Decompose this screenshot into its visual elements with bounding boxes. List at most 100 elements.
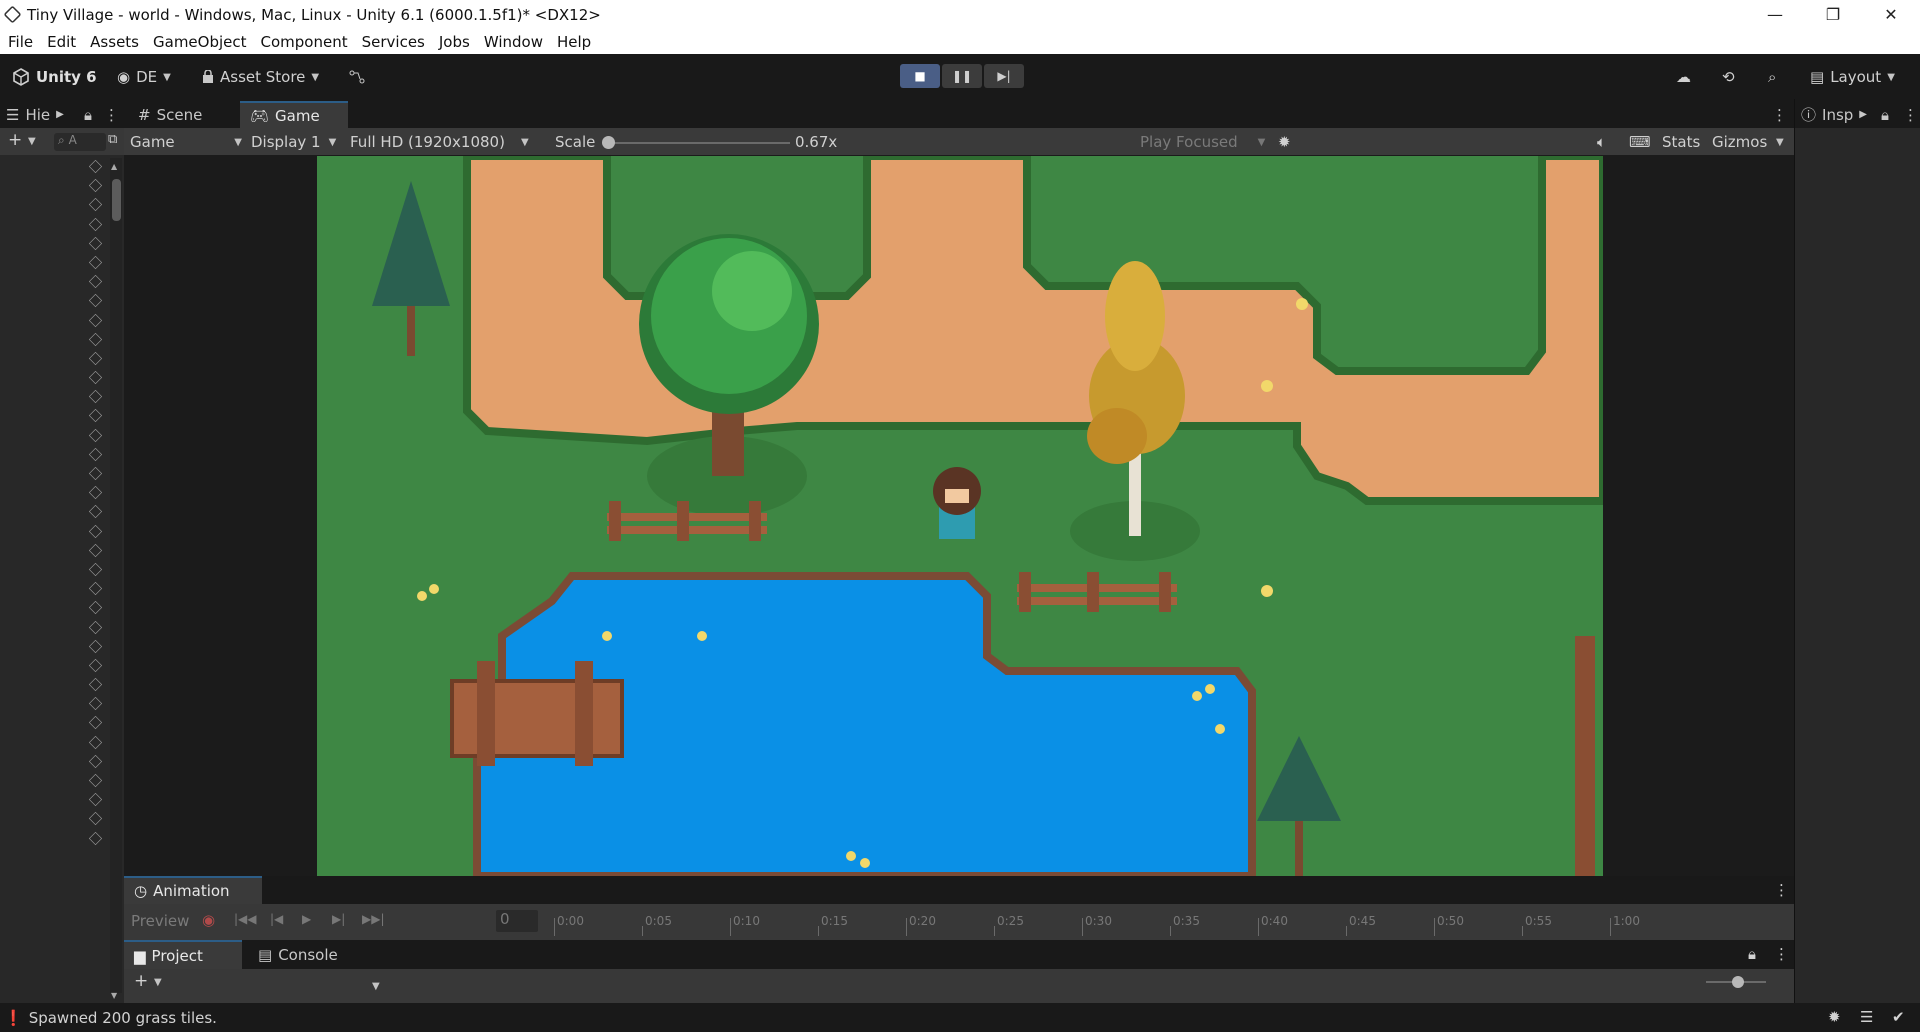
menu-services[interactable]: Services [362, 33, 425, 51]
gameobject-icon[interactable] [88, 370, 103, 385]
step-button[interactable]: ▶| [984, 64, 1024, 88]
game-render-canvas[interactable] [317, 156, 1603, 876]
check-icon[interactable]: ✔ [1892, 1008, 1905, 1026]
gameobject-icon[interactable] [88, 601, 103, 615]
tab-inspector[interactable]: ⓘ Insp ▶ [1795, 101, 1873, 128]
gameobject-icon[interactable] [88, 294, 103, 308]
gameobject-icon[interactable] [88, 332, 103, 346]
gameobject-icon[interactable] [88, 159, 103, 174]
game-more-button[interactable]: ⋮ [1768, 101, 1791, 128]
gameobject-icon[interactable] [88, 447, 103, 461]
gameobject-icon[interactable] [88, 620, 103, 634]
more-vertical-icon[interactable]: ⋮ [1774, 945, 1789, 963]
chevron-down-icon[interactable]: ▼ [372, 981, 380, 992]
gameobject-icon[interactable] [88, 562, 103, 577]
cloud-button[interactable]: ☁ [1676, 65, 1691, 89]
chevron-down-icon[interactable]: ▼ [154, 977, 162, 988]
gameobject-icon[interactable] [88, 697, 103, 711]
gameobject-icon[interactable] [88, 179, 103, 193]
gameobject-icon[interactable] [88, 639, 103, 653]
last-keyframe-button[interactable]: ▶▶| [362, 912, 385, 926]
gameobject-icon[interactable] [88, 217, 103, 231]
frame-input[interactable]: 0 [496, 910, 538, 932]
gizmos-dropdown[interactable]: ▼ [1776, 132, 1784, 152]
hierarchy-search-input[interactable]: ⌕ A [54, 133, 106, 151]
preview-button[interactable]: Preview [131, 912, 189, 930]
tab-project[interactable]: ▆ Project [124, 940, 242, 969]
search-button[interactable]: ⌕ [1768, 65, 1776, 89]
scale-slider-knob[interactable] [602, 136, 615, 149]
lock-icon[interactable]: 🔒︎ [1748, 945, 1756, 963]
hierarchy-lock-button[interactable]: 🔒︎ [80, 101, 96, 128]
bug-icon[interactable]: ✹ [1828, 1008, 1841, 1026]
scale-slider-track[interactable] [606, 142, 790, 144]
gameobject-icon[interactable] [88, 198, 103, 212]
gameobject-icon[interactable] [88, 466, 103, 481]
tab-console[interactable]: ▤ Console [248, 940, 348, 969]
gameobject-icon[interactable] [88, 793, 103, 807]
more-vertical-icon[interactable]: ⋮ [1774, 881, 1789, 899]
gameobject-icon[interactable] [88, 754, 103, 768]
display-dropdown[interactable]: Display 1 ▼ [251, 132, 336, 152]
hierarchy-scrollbar[interactable] [110, 158, 122, 993]
gameobject-icon[interactable] [88, 831, 103, 845]
unity-account-button[interactable]: Unity 6 [12, 65, 97, 89]
gameobject-icon[interactable] [88, 812, 103, 826]
hierarchy-scroll-thumb[interactable] [112, 179, 121, 221]
mute-audio-toggle[interactable]: 🔈︎ [1597, 132, 1606, 152]
gameobject-icon[interactable] [88, 735, 103, 749]
tab-game[interactable]: 🎮︎ Game [240, 101, 348, 128]
gameobject-icon[interactable] [88, 275, 103, 289]
gameobject-icon[interactable] [88, 773, 103, 788]
keyboard-toggle[interactable]: ⌨ [1629, 132, 1651, 152]
gameobject-icon[interactable] [88, 716, 103, 730]
add-icon[interactable]: + [8, 130, 22, 150]
history-button[interactable]: ⟲ [1722, 65, 1735, 89]
gameobject-icon[interactable] [88, 428, 103, 442]
layers-icon[interactable]: ☰ [1860, 1008, 1873, 1026]
gameobject-icon[interactable] [88, 486, 103, 500]
gameobject-icon[interactable] [88, 351, 103, 365]
gameobject-icon[interactable] [88, 505, 103, 519]
first-keyframe-button[interactable]: |◀◀ [234, 912, 257, 926]
play-focused-dropdown[interactable]: Play Focused ▼ [1140, 132, 1265, 152]
bug-toggle[interactable]: ✹ [1278, 132, 1291, 152]
chevron-down-icon[interactable]: ▼ [28, 136, 36, 147]
menu-jobs[interactable]: Jobs [439, 33, 470, 51]
version-control-button[interactable] [349, 65, 365, 89]
layout-dropdown[interactable]: ▤ Layout ▼ [1810, 65, 1895, 89]
icon-size-slider-knob[interactable] [1732, 976, 1744, 988]
play-animation-button[interactable]: ▶ [302, 912, 311, 926]
gameobject-icon[interactable] [88, 236, 103, 250]
menu-edit[interactable]: Edit [47, 33, 76, 51]
close-button[interactable]: ✕ [1862, 0, 1920, 29]
menu-window[interactable]: Window [484, 33, 543, 51]
account-dropdown[interactable]: ◉ DE ▼ [117, 65, 171, 89]
gameobject-icon[interactable] [88, 658, 103, 672]
inspector-lock-button[interactable]: 🔒︎ [1877, 101, 1893, 128]
stats-button[interactable]: Stats [1662, 132, 1700, 152]
record-button[interactable]: ◉ [202, 911, 215, 929]
menu-gameobject[interactable]: GameObject [153, 33, 247, 51]
asset-store-dropdown[interactable]: Asset Store ▼ [202, 65, 319, 89]
gameobject-icon[interactable] [88, 582, 103, 596]
pause-button[interactable]: ❚❚ [942, 64, 982, 88]
menu-assets[interactable]: Assets [90, 33, 139, 51]
menu-file[interactable]: File [8, 33, 33, 51]
stop-button[interactable]: ■ [900, 64, 940, 88]
add-icon[interactable]: + [134, 971, 148, 991]
resolution-dropdown[interactable]: Full HD (1920x1080) ▼ [350, 132, 529, 152]
gameobject-icon[interactable] [88, 313, 103, 327]
view-mode-dropdown[interactable]: Game ▼ [130, 132, 242, 152]
prev-keyframe-button[interactable]: |◀ [270, 912, 283, 926]
minimize-button[interactable]: — [1746, 0, 1804, 29]
timeline-ruler[interactable]: 0:00 0:05 0:10 0:15 0:20 0:25 0:30 0:35 0:40 0:45… [544, 904, 1792, 940]
gameobject-icon[interactable] [88, 524, 103, 538]
tab-animation[interactable]: ◷ Animation [124, 876, 262, 904]
gameobject-icon[interactable] [88, 543, 103, 557]
next-keyframe-button[interactable]: ▶| [332, 912, 345, 926]
hierarchy-more-button[interactable]: ⋮ [100, 101, 123, 128]
gameobject-icon[interactable] [88, 409, 103, 423]
menu-help[interactable]: Help [557, 33, 591, 51]
gameobject-icon[interactable] [88, 390, 103, 404]
